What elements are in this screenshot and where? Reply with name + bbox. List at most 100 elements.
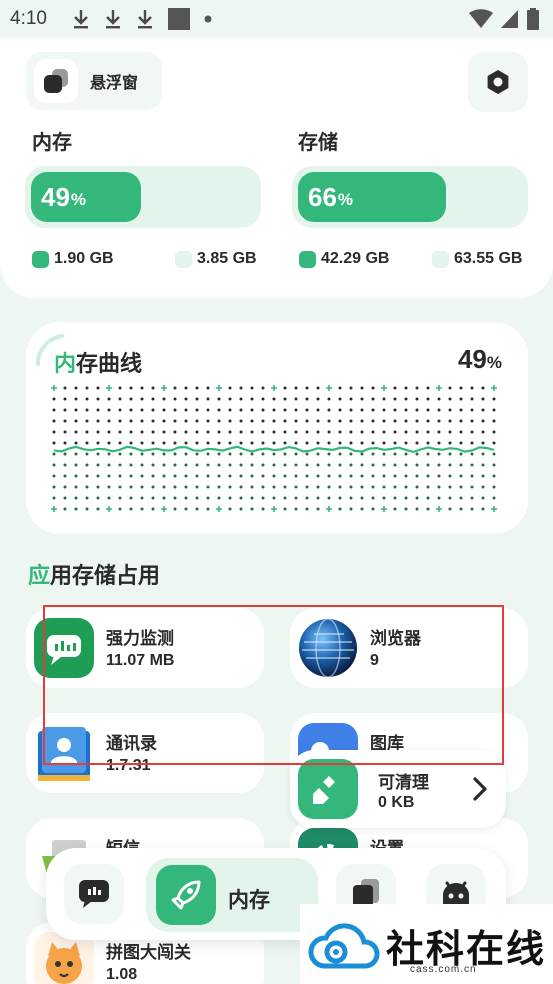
memory-curve-card[interactable]: 内存曲线 49% — [26, 322, 528, 534]
grid-dot — [283, 386, 287, 390]
grid-dot — [327, 452, 331, 456]
grid-dot — [305, 419, 309, 423]
grid-dot — [96, 408, 100, 412]
grid-dot — [85, 408, 89, 412]
grid-dot — [261, 441, 265, 445]
grid-dot — [272, 463, 276, 467]
grid-dot — [338, 408, 342, 412]
grid-dot — [492, 419, 496, 423]
grid-dot — [52, 397, 56, 401]
grid-dot — [371, 419, 375, 423]
grid-dot — [338, 507, 342, 511]
grid-dot — [459, 386, 463, 390]
grid-plus-marker — [436, 385, 442, 391]
grid-dot — [481, 463, 485, 467]
grid-dot — [327, 463, 331, 467]
grid-dot — [85, 507, 89, 511]
grid-dot — [426, 507, 430, 511]
grid-dot — [415, 474, 419, 478]
grid-dot — [316, 386, 320, 390]
grid-dot — [349, 386, 353, 390]
grid-plus-marker — [51, 506, 57, 512]
grid-dot — [184, 441, 188, 445]
grid-dot — [195, 430, 199, 434]
memory-curve-title: 内存曲线 — [54, 351, 143, 376]
grid-dot — [470, 386, 474, 390]
grid-dot — [349, 463, 353, 467]
grid-dot — [316, 430, 320, 434]
grid-dot — [151, 485, 155, 489]
grid-dot — [338, 474, 342, 478]
used-swatch — [299, 250, 316, 268]
grid-dot — [283, 397, 287, 401]
grid-dot — [305, 463, 309, 467]
grid-dot — [184, 474, 188, 478]
grid-dot — [74, 452, 78, 456]
grid-dot — [338, 463, 342, 467]
grid-dot — [85, 496, 89, 500]
grid-dot — [437, 452, 441, 456]
grid-plus-marker — [161, 385, 167, 391]
grid-dot — [316, 408, 320, 412]
grid-dot — [415, 397, 419, 401]
grid-dot — [360, 441, 364, 445]
grid-dot — [74, 507, 78, 511]
grid-dot — [173, 430, 177, 434]
grid-dot — [96, 419, 100, 423]
grid-dot — [96, 496, 100, 500]
grid-dot — [338, 452, 342, 456]
grid-dot — [195, 485, 199, 489]
grid-dot — [371, 441, 375, 445]
storage-used-value: 42.29 GB — [321, 250, 390, 267]
grid-dot — [294, 507, 298, 511]
grid-dot — [316, 452, 320, 456]
grid-dot — [481, 485, 485, 489]
float-window-button[interactable]: 悬浮窗 — [26, 52, 162, 110]
grid-dot — [393, 386, 397, 390]
grid-dot — [261, 507, 265, 511]
grid-dot — [448, 397, 452, 401]
grid-dot — [470, 408, 474, 412]
grid-dot — [52, 441, 56, 445]
grid-dot — [217, 485, 221, 489]
grid-dot — [470, 485, 474, 489]
total-swatch — [175, 250, 192, 268]
nav-item-monitor[interactable] — [64, 864, 124, 924]
grid-dot — [63, 419, 67, 423]
grid-dot — [283, 485, 287, 489]
storage-percent: 66 — [308, 181, 337, 212]
grid-dot — [162, 463, 166, 467]
grid-dot — [415, 386, 419, 390]
grid-dot — [437, 430, 441, 434]
grid-dot — [393, 441, 397, 445]
grid-dot — [371, 474, 375, 478]
battery-icon — [527, 8, 539, 30]
grid-dot — [371, 408, 375, 412]
grid-dot — [448, 463, 452, 467]
grid-dot — [360, 419, 364, 423]
grid-dot — [349, 452, 353, 456]
grid-dot — [415, 507, 419, 511]
grid-dot — [162, 452, 166, 456]
grid-dot — [261, 430, 265, 434]
signal-icon — [501, 10, 518, 28]
grid-dot — [184, 419, 188, 423]
grid-dot — [63, 386, 67, 390]
grid-dot — [118, 386, 122, 390]
grid-dot — [206, 430, 210, 434]
grid-dot — [184, 397, 188, 401]
grid-dot — [195, 496, 199, 500]
grid-dot — [118, 452, 122, 456]
memory-meter: 49% — [25, 166, 261, 228]
grid-dot — [470, 474, 474, 478]
grid-dot — [129, 452, 133, 456]
grid-dot — [195, 408, 199, 412]
grid-dot — [228, 507, 232, 511]
nav-item-memory[interactable]: 内存 — [146, 858, 318, 932]
grid-dot — [239, 386, 243, 390]
grid-dot — [129, 419, 133, 423]
download-icon — [106, 10, 120, 29]
status-time: 4:10 — [10, 8, 47, 29]
settings-button[interactable] — [468, 52, 528, 112]
grid-dot — [415, 408, 419, 412]
